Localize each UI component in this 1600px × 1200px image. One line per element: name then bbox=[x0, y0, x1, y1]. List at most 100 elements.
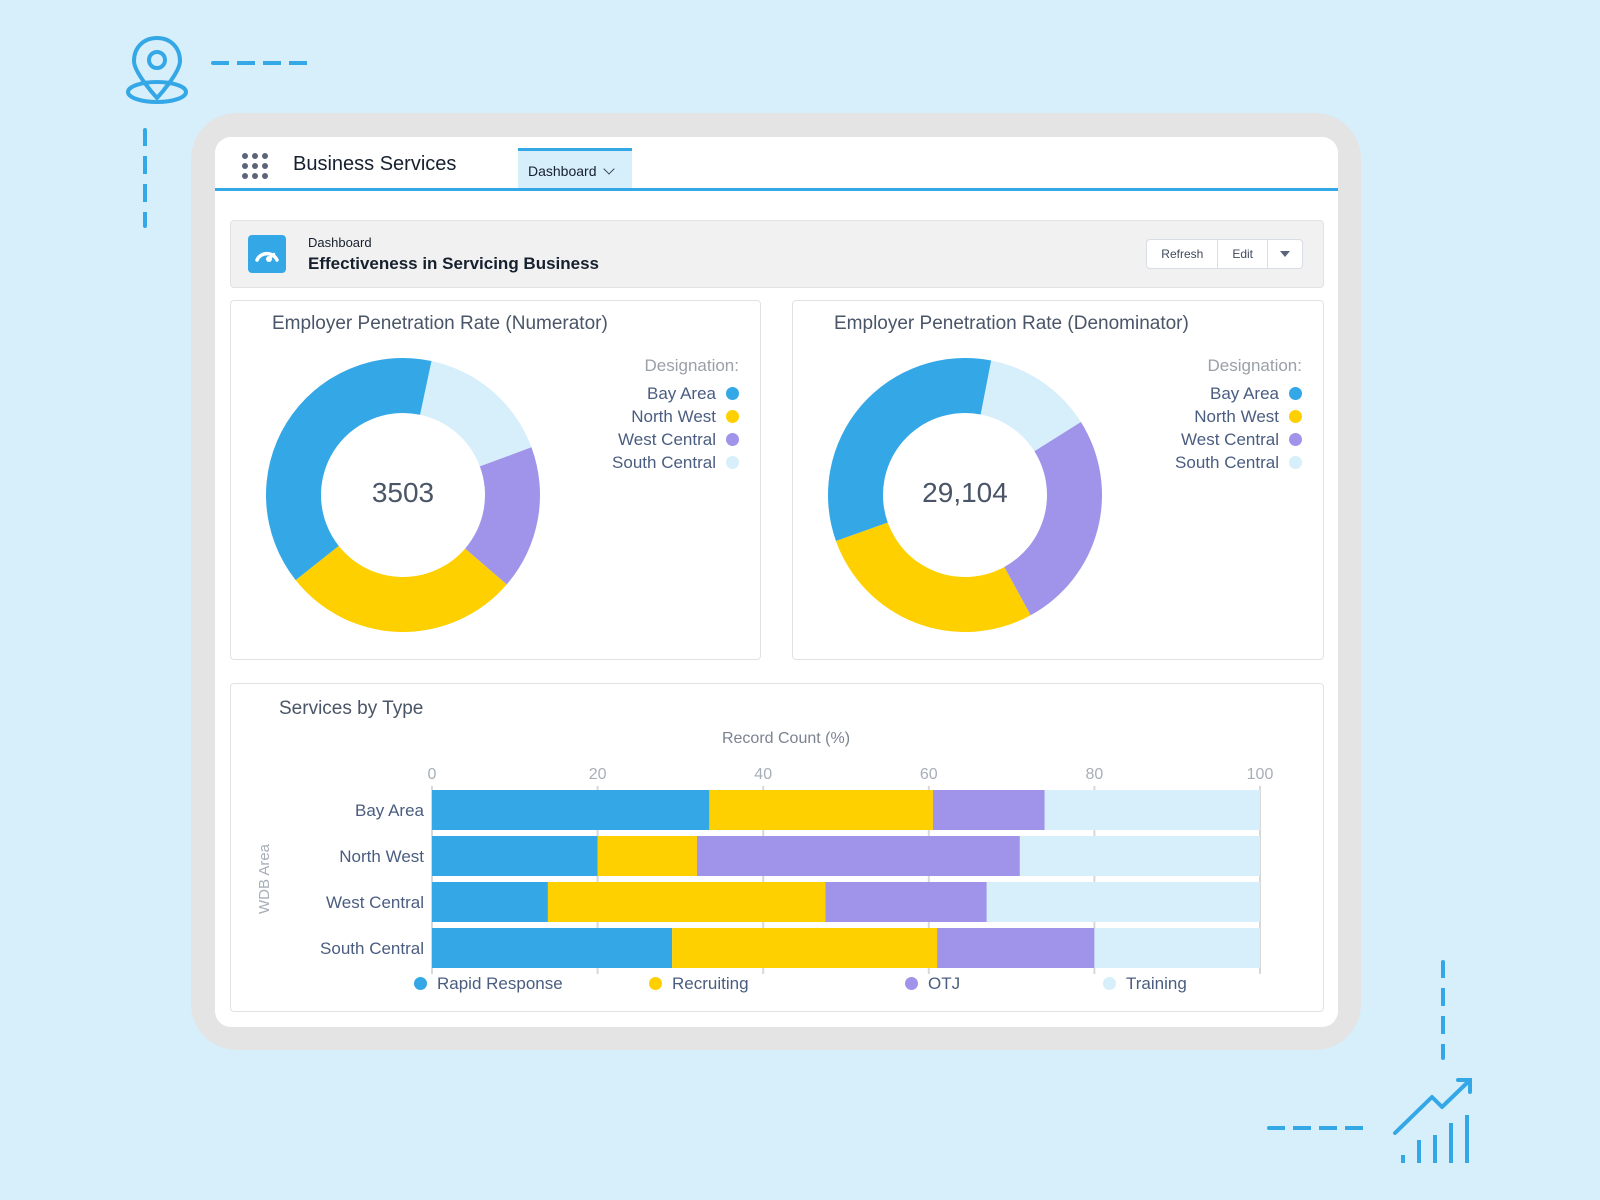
legend-label: South Central bbox=[612, 453, 716, 472]
bar-segment-south-central-recruiting[interactable] bbox=[672, 928, 938, 968]
legend-title: Designation: bbox=[644, 356, 739, 375]
app-launcher-icon[interactable] bbox=[242, 153, 268, 179]
bar-segment-south-central-training[interactable] bbox=[1094, 928, 1260, 968]
global-header: Business Services Dashboard bbox=[215, 137, 1338, 191]
app-title: Business Services bbox=[293, 153, 457, 175]
legend-swatch bbox=[1289, 410, 1302, 423]
decorative-dashed-line bbox=[143, 128, 147, 228]
legend-label: South Central bbox=[1175, 453, 1279, 472]
legend-label: Rapid Response bbox=[437, 974, 563, 993]
legend-item-south-central[interactable]: South Central bbox=[612, 451, 739, 474]
legend-label: Bay Area bbox=[1210, 384, 1279, 403]
legend-label: Bay Area bbox=[647, 384, 716, 403]
chart-legend: Designation: Bay Area North West West Cent… bbox=[612, 356, 739, 474]
legend-swatch bbox=[726, 410, 739, 423]
legend-swatch bbox=[905, 977, 918, 990]
legend-item-training[interactable]: Training bbox=[1103, 974, 1187, 994]
dashboard-type-label: Dashboard bbox=[308, 235, 372, 250]
legend-item-bay-area[interactable]: Bay Area bbox=[1175, 382, 1302, 405]
legend-label: Training bbox=[1126, 974, 1187, 993]
numerator-chart-card: Employer Penetration Rate (Numerator) 35… bbox=[230, 300, 761, 660]
legend-swatch bbox=[1103, 977, 1116, 990]
legend-label: OTJ bbox=[928, 974, 961, 993]
x-tick-label: 20 bbox=[589, 766, 607, 783]
y-tick-label: Bay Area bbox=[355, 801, 425, 820]
legend-swatch bbox=[414, 977, 427, 990]
bar-segment-west-central-otj[interactable] bbox=[825, 882, 987, 922]
donut-slice-north-west[interactable] bbox=[295, 545, 507, 632]
legend-label: West Central bbox=[618, 430, 716, 449]
bar-segment-bay-area-otj[interactable] bbox=[932, 790, 1045, 830]
chart-title: Employer Penetration Rate (Denominator) bbox=[834, 313, 1189, 334]
bar-segment-north-west-rapid-response[interactable] bbox=[432, 836, 598, 876]
refresh-button[interactable]: Refresh bbox=[1147, 240, 1219, 268]
bar-segment-north-west-recruiting[interactable] bbox=[597, 836, 697, 876]
dashboard-header: Dashboard Effectiveness in Servicing Bus… bbox=[230, 220, 1324, 288]
legend-swatch bbox=[1289, 387, 1302, 400]
legend-label: North West bbox=[1194, 407, 1279, 426]
x-tick-label: 100 bbox=[1247, 766, 1274, 783]
app-window: Business Services Dashboard Dashboard Ef… bbox=[215, 137, 1338, 1027]
growth-chart-icon bbox=[1393, 1078, 1472, 1163]
legend-item-north-west[interactable]: North West bbox=[1175, 405, 1302, 428]
legend-swatch bbox=[649, 977, 662, 990]
y-axis-title: WDB Area bbox=[256, 843, 273, 914]
legend-item-north-west[interactable]: North West bbox=[612, 405, 739, 428]
legend-item-south-central[interactable]: South Central bbox=[1175, 451, 1302, 474]
legend-item-rapid-response[interactable]: Rapid Response bbox=[414, 974, 563, 994]
bar-segment-south-central-rapid-response[interactable] bbox=[432, 928, 673, 968]
y-tick-label: South Central bbox=[320, 939, 424, 958]
bar-segment-south-central-otj[interactable] bbox=[937, 928, 1095, 968]
tab-label: Dashboard bbox=[528, 163, 597, 179]
location-pin-icon bbox=[126, 36, 188, 104]
donut-slice-north-west[interactable] bbox=[835, 522, 1031, 632]
legend-item-west-central[interactable]: West Central bbox=[1175, 428, 1302, 451]
x-tick-label: 40 bbox=[754, 766, 772, 783]
legend-swatch bbox=[726, 433, 739, 446]
stacked-bar-chart: Record Count (%) 0 20 40 60 80 100 WDB Area Bay … bbox=[256, 730, 1274, 974]
legend-item-recruiting[interactable]: Recruiting bbox=[649, 974, 749, 994]
donut-slice-bay-area[interactable] bbox=[828, 358, 992, 541]
x-tick-label: 80 bbox=[1086, 766, 1104, 783]
x-axis-title: Record Count (%) bbox=[722, 730, 850, 747]
more-actions-dropdown[interactable] bbox=[1268, 240, 1302, 268]
chart-legend: Designation: Bay Area North West West Cent… bbox=[1175, 356, 1302, 474]
chevron-down-icon[interactable] bbox=[602, 163, 615, 175]
bar-segment-bay-area-rapid-response[interactable] bbox=[432, 790, 710, 830]
dashboard-actions: Refresh Edit bbox=[1146, 239, 1303, 269]
legend-item-otj[interactable]: OTJ bbox=[905, 974, 960, 994]
bar-segment-west-central-rapid-response[interactable] bbox=[432, 882, 548, 922]
legend-title: Designation: bbox=[1207, 356, 1302, 375]
legend-item-bay-area[interactable]: Bay Area bbox=[612, 382, 739, 405]
edit-button[interactable]: Edit bbox=[1218, 240, 1268, 268]
bar-segment-north-west-otj[interactable] bbox=[696, 836, 1020, 876]
donut-center-value: 29,104 bbox=[922, 477, 1008, 508]
bar-segment-west-central-recruiting[interactable] bbox=[547, 882, 826, 922]
y-tick-label: North West bbox=[339, 847, 424, 866]
legend-label: North West bbox=[631, 407, 716, 426]
tab-dashboard[interactable]: Dashboard bbox=[518, 148, 632, 188]
legend-item-west-central[interactable]: West Central bbox=[612, 428, 739, 451]
services-by-type-card: Services by Type Record Count (%) 0 20 40 60… bbox=[230, 683, 1324, 1012]
legend-label: Recruiting bbox=[672, 974, 749, 993]
bar-segment-bay-area-recruiting[interactable] bbox=[709, 790, 933, 830]
legend-swatch bbox=[1289, 456, 1302, 469]
legend-label: West Central bbox=[1181, 430, 1279, 449]
denominator-chart-card: Employer Penetration Rate (Denominator) … bbox=[792, 300, 1324, 660]
donut-slice-bay-area[interactable] bbox=[266, 358, 432, 581]
dashboard-title: Effectiveness in Servicing Business bbox=[308, 254, 600, 273]
donut-slice-west-central[interactable] bbox=[1004, 421, 1102, 616]
decorative-dashed-line bbox=[211, 61, 311, 65]
y-tick-label: West Central bbox=[326, 893, 424, 912]
chart-title: Employer Penetration Rate (Numerator) bbox=[272, 313, 608, 334]
bar-segment-north-west-training[interactable] bbox=[1019, 836, 1260, 876]
decorative-dashed-line bbox=[1267, 1126, 1367, 1130]
bar-segment-west-central-training[interactable] bbox=[986, 882, 1260, 922]
x-tick-label: 60 bbox=[920, 766, 938, 783]
legend-swatch bbox=[726, 387, 739, 400]
donut-center-value: 3503 bbox=[371, 477, 435, 508]
gauge-icon bbox=[248, 235, 286, 273]
bar-segment-bay-area-training[interactable] bbox=[1044, 790, 1260, 830]
legend-swatch bbox=[1289, 433, 1302, 446]
donut-slice-south-central[interactable] bbox=[420, 360, 532, 467]
